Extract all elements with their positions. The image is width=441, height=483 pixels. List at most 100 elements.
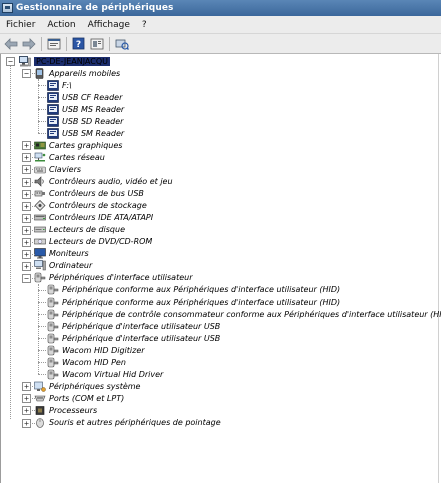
- speaker-icon: [34, 176, 49, 187]
- console-icon[interactable]: [89, 36, 105, 51]
- tree-connector-line: [30, 277, 35, 279]
- node-label: Lecteurs de DVD/CD-ROM: [49, 237, 153, 247]
- scan-hardware-icon[interactable]: [114, 36, 130, 51]
- category-3[interactable]: Claviers: [34, 163, 81, 175]
- category-11[interactable]: Ordinateur: [34, 260, 92, 272]
- device-0-2[interactable]: USB MS Reader: [47, 103, 124, 115]
- node-label: Wacom HID Pen: [62, 357, 126, 367]
- category-10[interactable]: Moniteurs: [34, 248, 89, 260]
- device-0-1[interactable]: USB CF Reader: [47, 91, 122, 103]
- hid-icon: [47, 357, 62, 368]
- display-adapter-icon: [34, 140, 49, 151]
- category-4[interactable]: Contrôleurs audio, vidéo et jeu: [34, 176, 173, 188]
- tree-connector-line: [38, 85, 46, 87]
- toolbar-separator: [66, 36, 67, 51]
- tree-connector-line: [30, 253, 35, 255]
- tree-connector-line: [38, 314, 46, 316]
- help-icon[interactable]: ?: [71, 36, 87, 51]
- forward-arrow-icon[interactable]: [21, 36, 37, 51]
- category-14[interactable]: Ports (COM et LPT): [34, 392, 124, 404]
- title-bar[interactable]: Gestionnaire de périphériques: [0, 0, 441, 16]
- tree-connector-line: [30, 241, 35, 243]
- tree-connector-line: [30, 181, 35, 183]
- device-12-1[interactable]: Périphérique conforme aux Périphériques …: [47, 296, 340, 308]
- tree-connector-line: [30, 398, 35, 400]
- device-0-3[interactable]: USB SD Reader: [47, 115, 123, 127]
- device-12-3[interactable]: Périphérique d'interface utilisateur USB: [47, 320, 220, 332]
- category-12[interactable]: Périphériques d'interface utilisateur: [34, 272, 192, 284]
- hid-icon: [47, 321, 62, 332]
- hid-icon: [47, 297, 62, 308]
- device-0-0[interactable]: F:\: [47, 79, 72, 91]
- category-13[interactable]: Périphériques système: [34, 380, 140, 392]
- category-2[interactable]: Cartes réseau: [34, 151, 105, 163]
- node-label: Claviers: [49, 164, 82, 174]
- hid-icon: [47, 309, 62, 320]
- device-tree[interactable]: PC-DE-JEANJACQU − Appareils mobiles − F:\ USB…: [0, 54, 441, 483]
- toolbar: ?: [0, 34, 441, 54]
- device-12-0[interactable]: Périphérique conforme aux Périphériques …: [47, 284, 340, 296]
- category-15[interactable]: Processeurs: [34, 404, 97, 416]
- menu-affichage[interactable]: Affichage: [82, 20, 136, 30]
- node-label: Ordinateur: [49, 261, 93, 271]
- port-icon: [34, 393, 49, 404]
- node-label: Périphérique d'interface utilisateur USB: [62, 333, 221, 343]
- root-expander[interactable]: −: [6, 57, 15, 66]
- system-device-icon: [34, 381, 49, 392]
- back-arrow-icon[interactable]: [3, 36, 19, 51]
- tree-connector-line: [30, 157, 35, 159]
- category-0[interactable]: Appareils mobiles: [34, 67, 120, 79]
- tree-connector-line: [38, 283, 39, 375]
- node-label: Contrôleurs IDE ATA/ATAPI: [49, 213, 154, 223]
- category-1[interactable]: Cartes graphiques: [34, 139, 122, 151]
- device-0-4[interactable]: USB SM Reader: [47, 127, 124, 139]
- ide-icon: [34, 212, 49, 223]
- drive-icon: [47, 127, 62, 139]
- device-12-7[interactable]: Wacom Virtual Hid Driver: [47, 368, 163, 380]
- node-label: Lecteurs de disque: [49, 225, 125, 235]
- tree-connector-line: [38, 374, 46, 376]
- properties-icon[interactable]: [46, 36, 62, 51]
- menu-action[interactable]: Action: [41, 20, 81, 30]
- mobile-device-icon: [34, 67, 49, 79]
- tree-connector-line: [30, 169, 35, 171]
- tree-connector-line: [38, 362, 46, 364]
- category-8[interactable]: Lecteurs de disque: [34, 224, 125, 236]
- toolbar-separator: [41, 36, 42, 51]
- category-5[interactable]: Contrôleurs de bus USB: [34, 188, 144, 200]
- drive-icon: [47, 91, 62, 103]
- tree-connector-line: [30, 73, 35, 75]
- drive-icon: [47, 79, 62, 91]
- category-6[interactable]: Contrôleurs de stockage: [34, 200, 147, 212]
- tree-connector-line: [30, 205, 35, 207]
- hid-icon: [34, 272, 49, 283]
- node-label: Moniteurs: [49, 249, 89, 259]
- device-12-6[interactable]: Wacom HID Pen: [47, 356, 126, 368]
- node-label: USB MS Reader: [62, 104, 125, 114]
- node-label: Périphériques système: [49, 381, 141, 391]
- disk-drive-icon: [34, 224, 49, 235]
- node-label: Wacom HID Digitizer: [62, 345, 145, 355]
- menu-help[interactable]: ?: [136, 20, 153, 30]
- drive-icon: [47, 115, 62, 127]
- menu-fichier[interactable]: Fichier: [0, 20, 41, 30]
- tree-root[interactable]: PC-DE-JEANJACQU: [19, 55, 111, 67]
- tree-connector-line: [30, 145, 35, 147]
- window-title: Gestionnaire de périphériques: [16, 3, 174, 13]
- device-manager-window: Gestionnaire de périphériques Fichier Ac…: [0, 0, 441, 483]
- device-12-4[interactable]: Périphérique d'interface utilisateur USB: [47, 332, 220, 344]
- tree-connector-line: [30, 193, 35, 195]
- keyboard-icon: [34, 164, 49, 175]
- tree-connector-line: [38, 79, 39, 134]
- node-label: Cartes graphiques: [49, 140, 123, 150]
- tree-connector-line: [38, 109, 46, 111]
- device-12-5[interactable]: Wacom HID Digitizer: [47, 344, 145, 356]
- node-label: Cartes réseau: [49, 152, 105, 162]
- device-manager-icon: [2, 3, 13, 13]
- category-9[interactable]: Lecteurs de DVD/CD-ROM: [34, 236, 152, 248]
- node-label: Contrôleurs audio, vidéo et jeu: [49, 177, 173, 186]
- category-7[interactable]: Contrôleurs IDE ATA/ATAPI: [34, 212, 153, 224]
- toolbar-separator: [109, 36, 110, 51]
- device-12-2[interactable]: Périphérique de contrôle consommateur co…: [47, 308, 441, 320]
- category-16[interactable]: Souris et autres périphériques de pointa…: [34, 417, 221, 429]
